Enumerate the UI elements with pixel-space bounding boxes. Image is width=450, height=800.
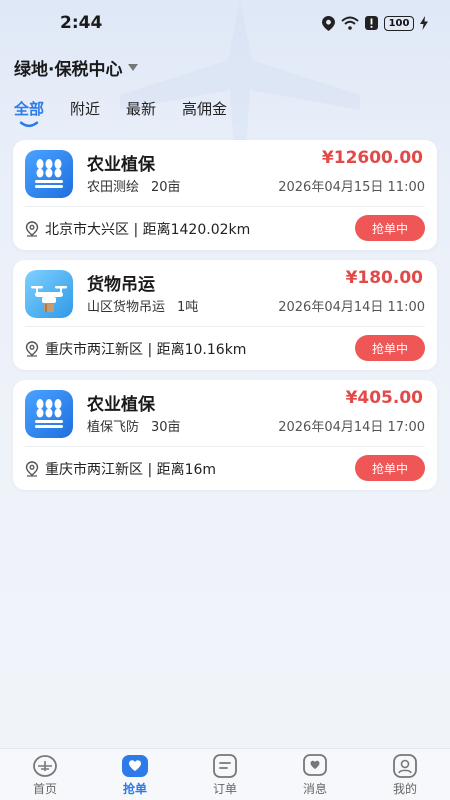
service-name: 农田测绘 <box>87 180 140 195</box>
grab-order-icon <box>122 755 148 777</box>
location-pin-icon <box>322 15 335 31</box>
tab-label: 附近 <box>70 100 101 118</box>
order-icon <box>213 754 237 778</box>
order-price: ¥180.00 <box>345 268 423 288</box>
order-quantity: 1吨 <box>177 300 199 315</box>
order-title: 农业植保 <box>87 155 155 175</box>
order-location: 重庆市两江新区 | 距离16m <box>25 454 216 484</box>
active-tab-indicator <box>19 121 39 128</box>
crop-icon <box>25 150 73 198</box>
order-service: 山区货物吊运 1吨 <box>87 296 198 315</box>
location-pin-icon <box>25 341 39 357</box>
nav-label: 抢单 <box>122 782 147 796</box>
battery-indicator: 100 <box>384 15 414 31</box>
status-time: 2:44 <box>60 13 103 33</box>
order-card[interactable]: 农业植保 植保飞防 30亩 ¥405.00 2026年04月14日 17:00 重… <box>13 380 437 490</box>
home-icon <box>33 755 57 777</box>
order-service: 农田测绘 20亩 <box>87 176 181 195</box>
nav-label: 我的 <box>392 782 417 796</box>
order-location: 北京市大兴区 | 距离1420.02km <box>25 214 250 244</box>
profile-icon <box>393 754 417 778</box>
order-price: ¥405.00 <box>345 388 423 408</box>
order-quantity: 20亩 <box>151 180 181 195</box>
location-pin-icon <box>25 461 39 477</box>
service-name: 植保飞防 <box>87 420 140 435</box>
wifi-icon <box>341 16 359 30</box>
order-title: 货物吊运 <box>87 275 155 295</box>
nav-home[interactable]: 首页 <box>5 749 85 797</box>
tab-nearby[interactable]: 附近 <box>70 98 100 128</box>
order-address: 重庆市两江新区 | 距离16m <box>45 462 217 478</box>
status-icons: 100 <box>322 15 428 31</box>
nav-profile[interactable]: 我的 <box>365 749 445 797</box>
order-time: 2026年04月14日 17:00 <box>278 420 425 435</box>
alert-icon <box>365 16 378 30</box>
filter-tabs: 全部 附近 最新 高佣金 <box>14 98 253 128</box>
card-divider <box>25 206 425 207</box>
grab-order-button[interactable]: 抢单中 <box>355 215 425 241</box>
nav-grab-order[interactable]: 抢单 <box>95 749 175 797</box>
nav-label: 首页 <box>32 782 57 796</box>
tab-label: 最新 <box>126 100 157 118</box>
status-bar: 2:44 100 <box>0 0 450 46</box>
order-location: 重庆市两江新区 | 距离10.16km <box>25 334 246 364</box>
nav-label: 订单 <box>212 782 237 796</box>
tab-high-commission[interactable]: 高佣金 <box>182 98 227 128</box>
order-service: 植保飞防 30亩 <box>87 416 181 435</box>
dropdown-triangle-icon <box>128 63 139 71</box>
charging-icon <box>420 16 428 30</box>
tab-label: 全部 <box>14 100 45 118</box>
drone-icon <box>25 270 73 318</box>
grab-order-button[interactable]: 抢单中 <box>355 455 425 481</box>
card-divider <box>25 326 425 327</box>
service-name: 山区货物吊运 <box>87 300 166 315</box>
order-address: 北京市大兴区 | 距离1420.02km <box>45 222 251 238</box>
tab-all[interactable]: 全部 <box>14 98 44 128</box>
bottom-navigation: 首页 抢单 订单 消息 我的 <box>0 748 450 800</box>
nav-orders[interactable]: 订单 <box>185 749 265 797</box>
order-quantity: 30亩 <box>151 420 181 435</box>
tab-latest[interactable]: 最新 <box>126 98 156 128</box>
nav-label: 消息 <box>302 782 327 796</box>
tab-label: 高佣金 <box>182 100 228 118</box>
order-address: 重庆市两江新区 | 距离10.16km <box>45 342 247 358</box>
card-divider <box>25 446 425 447</box>
grab-order-button[interactable]: 抢单中 <box>355 335 425 361</box>
order-title: 农业植保 <box>87 395 155 415</box>
location-title: 绿地·保税中心 <box>14 59 123 80</box>
crop-icon <box>25 390 73 438</box>
order-time: 2026年04月15日 11:00 <box>278 180 425 195</box>
order-price: ¥12600.00 <box>321 148 423 168</box>
order-card[interactable]: 农业植保 农田测绘 20亩 ¥12600.00 2026年04月15日 11:00… <box>13 140 437 250</box>
location-selector[interactable]: 绿地·保税中心 <box>14 52 139 82</box>
nav-messages[interactable]: 消息 <box>275 749 355 797</box>
order-time: 2026年04月14日 11:00 <box>278 300 425 315</box>
location-pin-icon <box>25 221 39 237</box>
order-card[interactable]: 货物吊运 山区货物吊运 1吨 ¥180.00 2026年04月14日 11:00 … <box>13 260 437 370</box>
message-icon <box>303 754 327 776</box>
